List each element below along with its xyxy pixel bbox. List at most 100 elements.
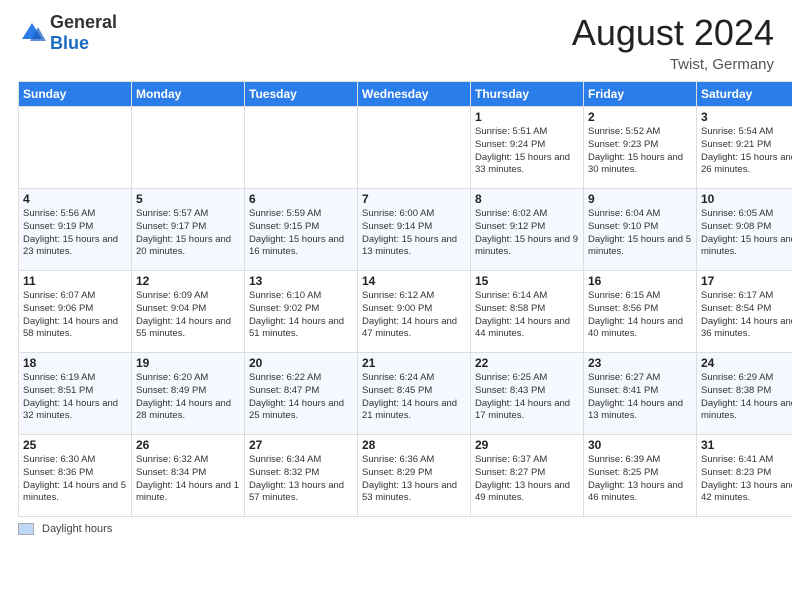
calendar-table: SundayMondayTuesdayWednesdayThursdayFrid…	[18, 81, 792, 517]
calendar-cell: 28 Sunrise: 6:36 AM Sunset: 8:29 PM Dayli…	[358, 435, 471, 517]
location-subtitle: Twist, Germany	[572, 56, 774, 73]
day-number: 7	[362, 192, 466, 206]
calendar-col-header: Friday	[584, 82, 697, 107]
day-number: 24	[701, 356, 792, 370]
day-info: Sunrise: 6:20 AM Sunset: 8:49 PM Dayligh…	[136, 372, 240, 423]
day-info: Sunrise: 5:56 AM Sunset: 9:19 PM Dayligh…	[23, 208, 127, 259]
calendar-week-row: 4 Sunrise: 5:56 AM Sunset: 9:19 PM Daylig…	[19, 189, 792, 271]
day-number: 8	[475, 192, 579, 206]
logo: General Blue	[18, 12, 117, 54]
day-number: 26	[136, 438, 240, 452]
calendar-col-header: Sunday	[19, 82, 132, 107]
page-header: General Blue August 2024 Twist, Germany	[0, 0, 792, 81]
calendar-col-header: Tuesday	[245, 82, 358, 107]
legend: Daylight hours	[0, 517, 792, 541]
day-info: Sunrise: 6:34 AM Sunset: 8:32 PM Dayligh…	[249, 454, 353, 505]
day-number: 28	[362, 438, 466, 452]
day-number: 10	[701, 192, 792, 206]
day-info: Sunrise: 6:09 AM Sunset: 9:04 PM Dayligh…	[136, 290, 240, 341]
day-number: 21	[362, 356, 466, 370]
day-info: Sunrise: 6:15 AM Sunset: 8:56 PM Dayligh…	[588, 290, 692, 341]
day-number: 17	[701, 274, 792, 288]
day-info: Sunrise: 6:07 AM Sunset: 9:06 PM Dayligh…	[23, 290, 127, 341]
day-info: Sunrise: 6:32 AM Sunset: 8:34 PM Dayligh…	[136, 454, 240, 505]
day-number: 6	[249, 192, 353, 206]
calendar-cell: 8Sunrise: 6:02 AM Sunset: 9:12 PM Daylig…	[471, 189, 584, 271]
calendar-cell: 31 Sunrise: 6:41 AM Sunset: 8:23 PM Dayli…	[697, 435, 792, 517]
calendar-cell: 7Sunrise: 6:00 AM Sunset: 9:14 PM Daylig…	[358, 189, 471, 271]
day-number: 19	[136, 356, 240, 370]
legend-label: Daylight hours	[42, 523, 112, 535]
day-info: Sunrise: 6:04 AM Sunset: 9:10 PM Dayligh…	[588, 208, 692, 259]
day-number: 13	[249, 274, 353, 288]
day-number: 12	[136, 274, 240, 288]
day-number: 27	[249, 438, 353, 452]
calendar-cell: 5Sunrise: 5:57 AM Sunset: 9:17 PM Daylig…	[132, 189, 245, 271]
logo-general-text: General	[50, 12, 117, 33]
calendar-cell: 13 Sunrise: 6:10 AM Sunset: 9:02 PM Dayli…	[245, 271, 358, 353]
calendar-cell: 19 Sunrise: 6:20 AM Sunset: 8:49 PM Dayli…	[132, 353, 245, 435]
calendar-cell: 29Sunrise: 6:37 AM Sunset: 8:27 PM Dayli…	[471, 435, 584, 517]
day-number: 18	[23, 356, 127, 370]
calendar-cell: 25 Sunrise: 6:30 AM Sunset: 8:36 PM Dayli…	[19, 435, 132, 517]
day-info: Sunrise: 6:05 AM Sunset: 9:08 PM Dayligh…	[701, 208, 792, 259]
day-info: Sunrise: 6:41 AM Sunset: 8:23 PM Dayligh…	[701, 454, 792, 505]
day-info: Sunrise: 6:30 AM Sunset: 8:36 PM Dayligh…	[23, 454, 127, 505]
calendar-cell: 16 Sunrise: 6:15 AM Sunset: 8:56 PM Dayli…	[584, 271, 697, 353]
calendar-cell: 4 Sunrise: 5:56 AM Sunset: 9:19 PM Daylig…	[19, 189, 132, 271]
calendar-cell	[358, 107, 471, 189]
title-block: August 2024 Twist, Germany	[572, 12, 774, 73]
calendar-cell: 12 Sunrise: 6:09 AM Sunset: 9:04 PM Dayli…	[132, 271, 245, 353]
day-info: Sunrise: 6:25 AM Sunset: 8:43 PM Dayligh…	[475, 372, 579, 423]
calendar-cell: 15Sunrise: 6:14 AM Sunset: 8:58 PM Dayli…	[471, 271, 584, 353]
day-number: 22	[475, 356, 579, 370]
calendar-cell: 20Sunrise: 6:22 AM Sunset: 8:47 PM Dayli…	[245, 353, 358, 435]
calendar-body: 1 Sunrise: 5:51 AM Sunset: 9:24 PM Daylig…	[19, 107, 792, 517]
calendar-cell: 10 Sunrise: 6:05 AM Sunset: 9:08 PM Dayli…	[697, 189, 792, 271]
day-number: 14	[362, 274, 466, 288]
calendar-col-header: Thursday	[471, 82, 584, 107]
calendar-cell: 1 Sunrise: 5:51 AM Sunset: 9:24 PM Daylig…	[471, 107, 584, 189]
day-info: Sunrise: 6:37 AM Sunset: 8:27 PM Dayligh…	[475, 454, 579, 505]
calendar-week-row: 11Sunrise: 6:07 AM Sunset: 9:06 PM Dayli…	[19, 271, 792, 353]
day-number: 20	[249, 356, 353, 370]
calendar-col-header: Monday	[132, 82, 245, 107]
month-year-title: August 2024	[572, 12, 774, 54]
legend-color-box	[18, 523, 34, 535]
day-info: Sunrise: 5:59 AM Sunset: 9:15 PM Dayligh…	[249, 208, 353, 259]
day-number: 3	[701, 110, 792, 124]
day-number: 2	[588, 110, 692, 124]
day-info: Sunrise: 6:12 AM Sunset: 9:00 PM Dayligh…	[362, 290, 466, 341]
day-number: 16	[588, 274, 692, 288]
day-number: 4	[23, 192, 127, 206]
calendar-cell: 27 Sunrise: 6:34 AM Sunset: 8:32 PM Dayli…	[245, 435, 358, 517]
day-number: 23	[588, 356, 692, 370]
day-number: 31	[701, 438, 792, 452]
day-number: 5	[136, 192, 240, 206]
day-info: Sunrise: 6:17 AM Sunset: 8:54 PM Dayligh…	[701, 290, 792, 341]
logo-icon	[18, 19, 46, 47]
calendar-week-row: 1 Sunrise: 5:51 AM Sunset: 9:24 PM Daylig…	[19, 107, 792, 189]
day-info: Sunrise: 6:29 AM Sunset: 8:38 PM Dayligh…	[701, 372, 792, 423]
logo-blue-text: Blue	[50, 33, 117, 54]
calendar-cell	[19, 107, 132, 189]
day-info: Sunrise: 6:27 AM Sunset: 8:41 PM Dayligh…	[588, 372, 692, 423]
day-info: Sunrise: 5:52 AM Sunset: 9:23 PM Dayligh…	[588, 126, 692, 177]
day-info: Sunrise: 5:51 AM Sunset: 9:24 PM Dayligh…	[475, 126, 579, 177]
calendar-cell: 6 Sunrise: 5:59 AM Sunset: 9:15 PM Daylig…	[245, 189, 358, 271]
day-number: 1	[475, 110, 579, 124]
calendar-cell: 22 Sunrise: 6:25 AM Sunset: 8:43 PM Dayli…	[471, 353, 584, 435]
day-number: 25	[23, 438, 127, 452]
calendar-header-row: SundayMondayTuesdayWednesdayThursdayFrid…	[19, 82, 792, 107]
calendar-cell: 23 Sunrise: 6:27 AM Sunset: 8:41 PM Dayli…	[584, 353, 697, 435]
calendar-cell: 2 Sunrise: 5:52 AM Sunset: 9:23 PM Daylig…	[584, 107, 697, 189]
day-number: 15	[475, 274, 579, 288]
calendar-week-row: 18 Sunrise: 6:19 AM Sunset: 8:51 PM Dayli…	[19, 353, 792, 435]
day-info: Sunrise: 6:36 AM Sunset: 8:29 PM Dayligh…	[362, 454, 466, 505]
calendar-cell: 18 Sunrise: 6:19 AM Sunset: 8:51 PM Dayli…	[19, 353, 132, 435]
calendar-cell: 26 Sunrise: 6:32 AM Sunset: 8:34 PM Dayli…	[132, 435, 245, 517]
day-number: 30	[588, 438, 692, 452]
day-info: Sunrise: 6:10 AM Sunset: 9:02 PM Dayligh…	[249, 290, 353, 341]
calendar-col-header: Wednesday	[358, 82, 471, 107]
day-info: Sunrise: 6:19 AM Sunset: 8:51 PM Dayligh…	[23, 372, 127, 423]
